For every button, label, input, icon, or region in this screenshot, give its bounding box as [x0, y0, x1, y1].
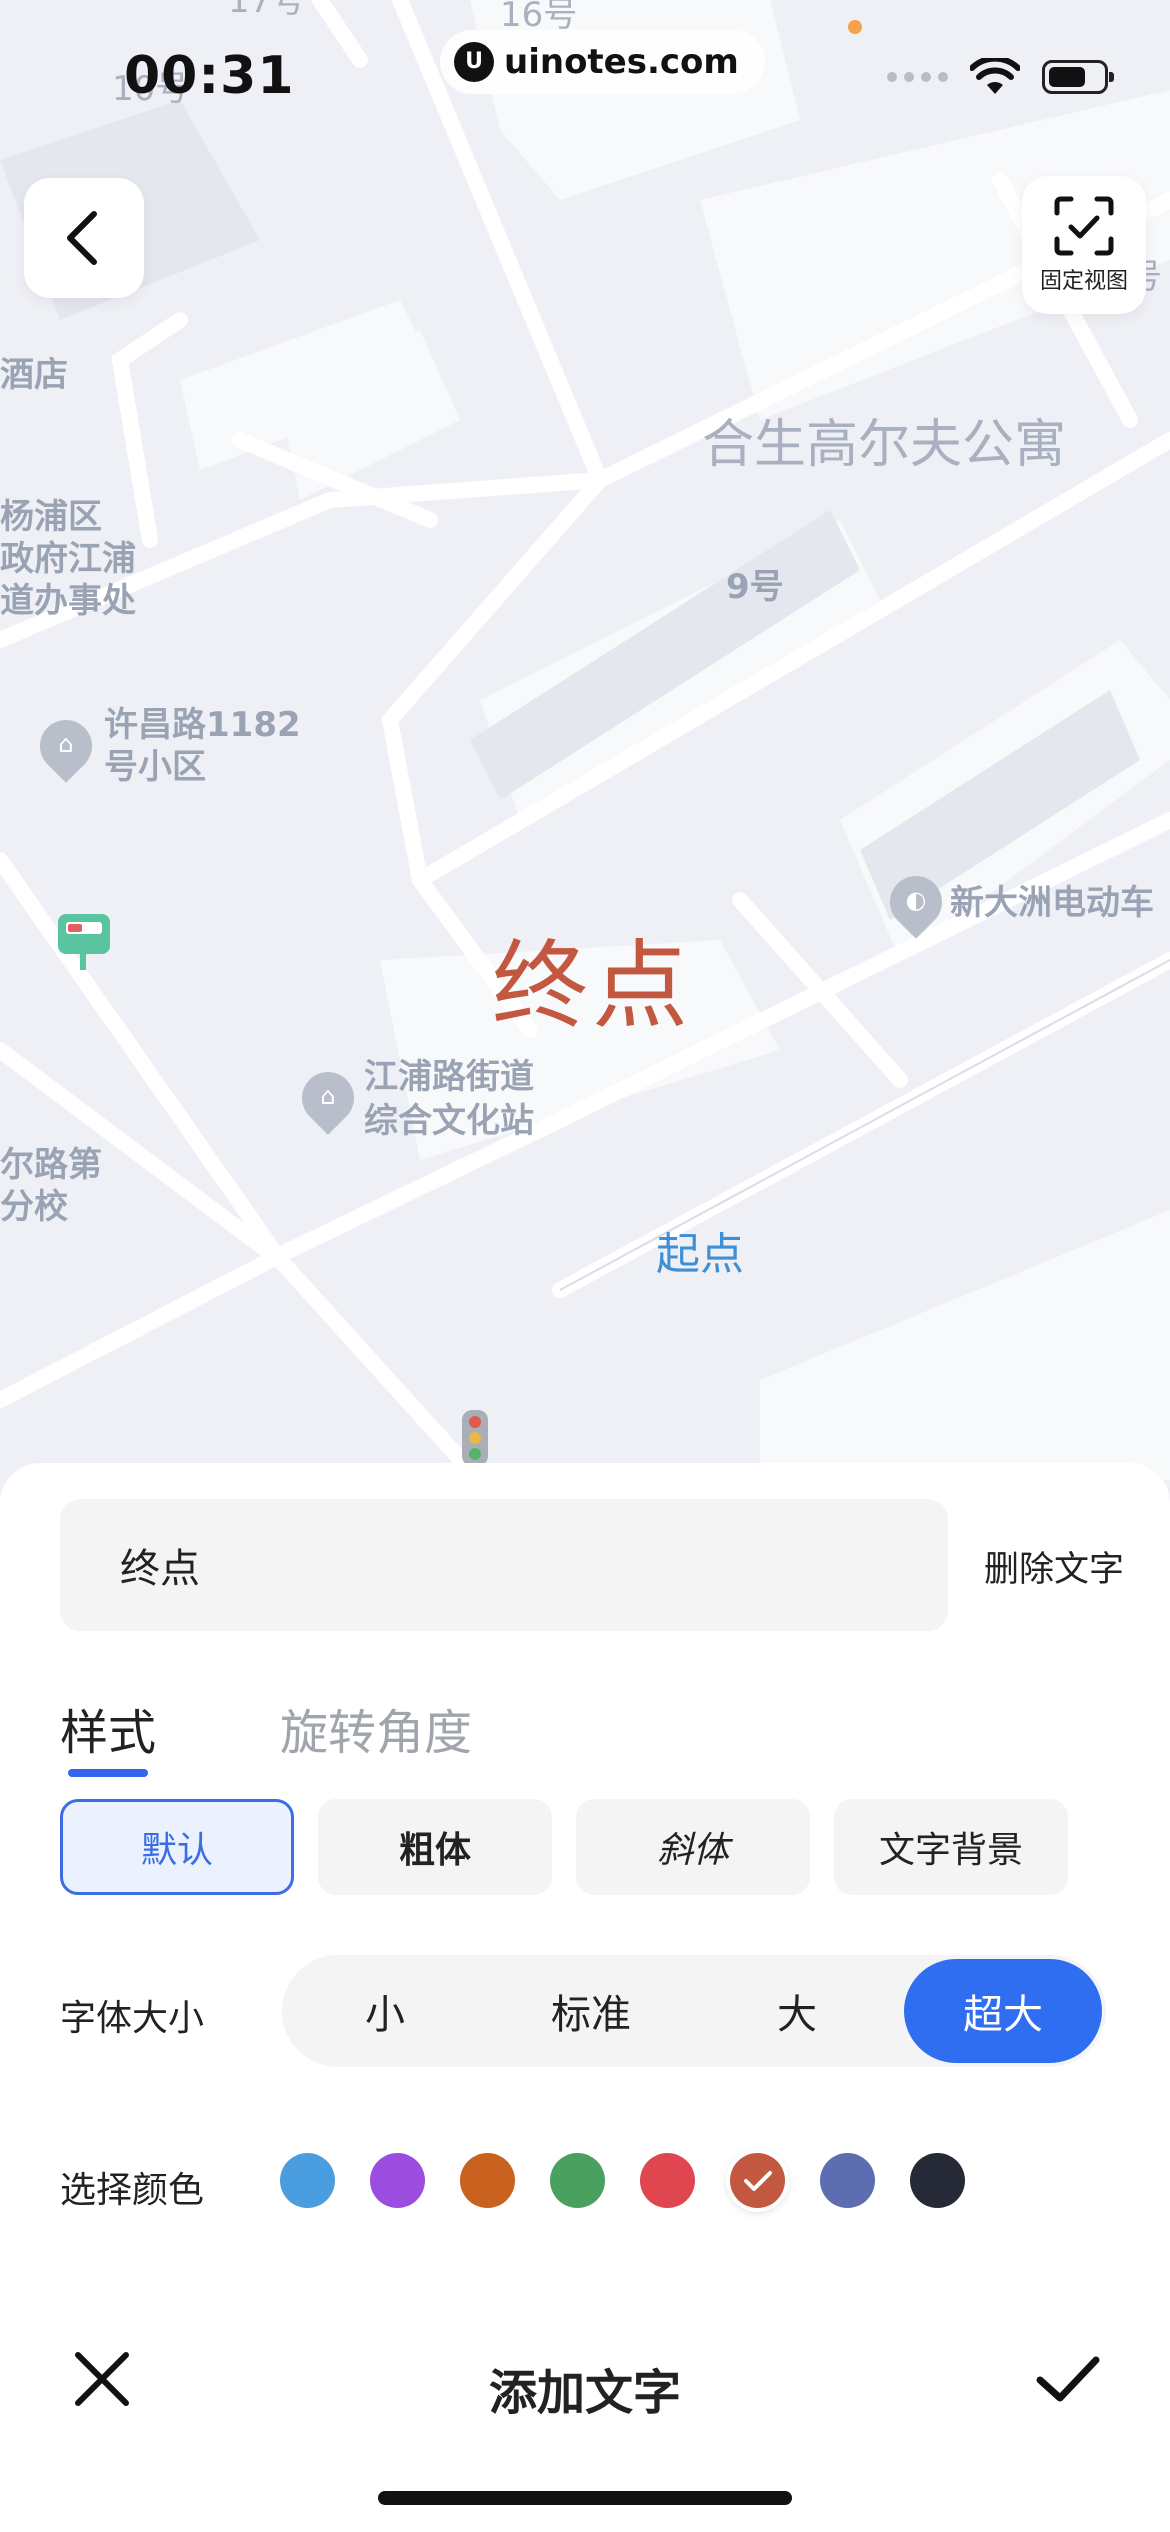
color-swatch[interactable]	[910, 2153, 965, 2208]
status-bar: 00:31 U uinotes.com	[0, 0, 1170, 150]
color-swatch[interactable]	[280, 2153, 335, 2208]
map-view[interactable]: 17号 16号 10号 酒店 合生高尔夫公寓 杨浦区 政府江浦 道办事处 9号 …	[0, 0, 1170, 1480]
fix-view-label: 固定视图	[1039, 269, 1128, 294]
signal-dots-icon	[887, 72, 948, 82]
fix-view-button[interactable]: 固定视图	[1022, 176, 1146, 314]
color-swatch[interactable]	[640, 2153, 695, 2208]
poi-label: 合生高尔夫公寓	[702, 415, 1067, 475]
color-label: 选择颜色	[60, 2170, 205, 2211]
size-small-option[interactable]: 小	[286, 1959, 484, 2063]
size-extra-large-option[interactable]: 超大	[904, 1959, 1102, 2063]
color-swatch[interactable]	[730, 2153, 785, 2208]
poi-label: 新大洲电动车	[950, 883, 1154, 923]
poi-label: 许昌路1182	[104, 705, 301, 745]
bus-stop-icon[interactable]	[58, 914, 110, 970]
watermark-logo-icon: U	[454, 42, 494, 82]
font-size-selector: 小 标准 大 超大	[282, 1955, 1106, 2067]
check-icon	[743, 2170, 772, 2191]
landmark-pin-icon[interactable]: ⌂	[291, 1061, 365, 1135]
poi-label: 酒店	[0, 355, 68, 395]
scan-check-icon	[1054, 196, 1114, 256]
poi-label: 号小区	[104, 747, 206, 787]
check-icon	[1036, 2356, 1100, 2402]
privacy-indicator-icon	[848, 20, 862, 34]
poi-label: 综合文化站	[364, 1101, 534, 1141]
style-default-button[interactable]: 默认	[60, 1799, 294, 1895]
chevron-left-icon	[67, 211, 97, 265]
tab-rotation[interactable]: 旋转角度	[280, 1693, 472, 1763]
color-swatch[interactable]	[550, 2153, 605, 2208]
shop-pin-icon[interactable]: ◐	[879, 865, 953, 939]
map-text-end[interactable]: 终点	[492, 908, 692, 1047]
poi-label: 江浦路街道	[364, 1057, 534, 1097]
map-text-start[interactable]: 起点	[656, 1218, 744, 1282]
poi-label: 分校	[0, 1187, 68, 1227]
color-swatch[interactable]	[460, 2153, 515, 2208]
size-standard-option[interactable]: 标准	[492, 1959, 690, 2063]
building-pin-icon[interactable]: ⌂	[29, 709, 103, 783]
tab-style-label: 样式	[60, 1705, 157, 1761]
text-input[interactable]	[60, 1499, 948, 1631]
delete-text-button[interactable]: 删除文字	[984, 1541, 1124, 1592]
poi-label: 政府江浦	[0, 539, 136, 579]
poi-label: 道办事处	[0, 581, 136, 621]
watermark: U uinotes.com	[440, 30, 765, 94]
color-swatch[interactable]	[370, 2153, 425, 2208]
status-time: 00:31	[124, 46, 295, 106]
traffic-light-icon	[462, 1410, 488, 1466]
editor-action-bar: 添加文字	[0, 2315, 1170, 2435]
poi-label: 杨浦区	[0, 497, 102, 537]
font-size-label: 字体大小	[60, 1998, 205, 2039]
color-swatch[interactable]	[820, 2153, 875, 2208]
poi-label: 9号	[726, 567, 784, 607]
tab-rotation-label: 旋转角度	[280, 1705, 473, 1761]
tab-active-indicator	[68, 1769, 149, 1777]
text-style-options: 默认 粗体 斜体 文字背景	[60, 1799, 1068, 1895]
poi-label: 尔路第	[0, 1145, 102, 1185]
editor-tabs: 样式 旋转角度	[60, 1693, 596, 1777]
wifi-icon	[970, 58, 1020, 94]
battery-icon	[1042, 60, 1114, 94]
color-palette	[280, 2153, 965, 2208]
style-bold-button[interactable]: 粗体	[318, 1799, 552, 1895]
size-large-option[interactable]: 大	[698, 1959, 896, 2063]
tab-style[interactable]: 样式	[60, 1693, 157, 1777]
sheet-title: 添加文字	[488, 2365, 681, 2421]
style-background-button[interactable]: 文字背景	[834, 1799, 1068, 1895]
home-indicator	[378, 2491, 792, 2505]
text-editor-sheet: 删除文字 样式 旋转角度 默认 粗体 斜体 文字背景 字体大小 小 标准 大 超…	[0, 1463, 1170, 2532]
watermark-text: uinotes.com	[504, 42, 739, 82]
confirm-button[interactable]	[1026, 2339, 1110, 2419]
back-button[interactable]	[24, 178, 144, 298]
style-italic-button[interactable]: 斜体	[576, 1799, 810, 1895]
